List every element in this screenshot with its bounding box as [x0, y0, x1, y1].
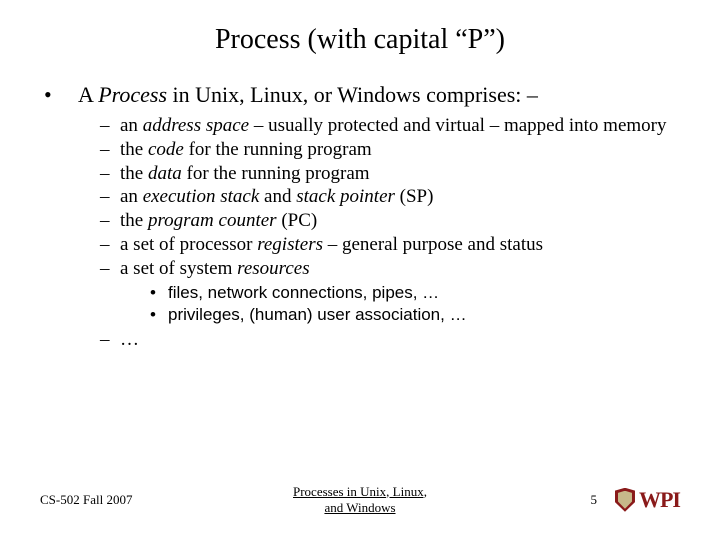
sub-item: –a set of processor registers – general …	[100, 233, 680, 257]
sub-item: –a set of system resources	[100, 257, 680, 281]
footer: CS-502 Fall 2007 Processes in Unix, Linu…	[40, 484, 680, 517]
sub-sub-list: •files, network connections, pipes, …•pr…	[150, 282, 680, 325]
ellipsis-item: –…	[100, 329, 680, 351]
main-bullet-text: A Process in Unix, Linux, or Windows com…	[78, 82, 538, 108]
slide-title: Process (with capital “P”)	[40, 24, 680, 56]
sub-item: –the program counter (PC)	[100, 209, 680, 233]
main-bullet: • A Process in Unix, Linux, or Windows c…	[44, 82, 680, 108]
footer-left: CS-502 Fall 2007	[40, 492, 253, 508]
page-number: 5	[590, 492, 597, 508]
shield-icon	[615, 488, 635, 512]
wpi-text: WPI	[639, 487, 680, 513]
sub-list: –an address space – usually protected an…	[100, 114, 680, 280]
footer-right: 5 WPI	[467, 487, 680, 513]
sub-item: –an address space – usually protected an…	[100, 114, 680, 138]
bullet-dot: •	[44, 82, 78, 108]
sub-item: –the code for the running program	[100, 138, 680, 162]
sub-sub-item: •privileges, (human) user association, …	[150, 304, 680, 325]
sub-item: –an execution stack and stack pointer (S…	[100, 185, 680, 209]
sub-sub-item: •files, network connections, pipes, …	[150, 282, 680, 303]
sub-item: –the data for the running program	[100, 162, 680, 186]
footer-center: Processes in Unix, Linux,and Windows	[253, 484, 466, 517]
wpi-logo: WPI	[615, 487, 680, 513]
